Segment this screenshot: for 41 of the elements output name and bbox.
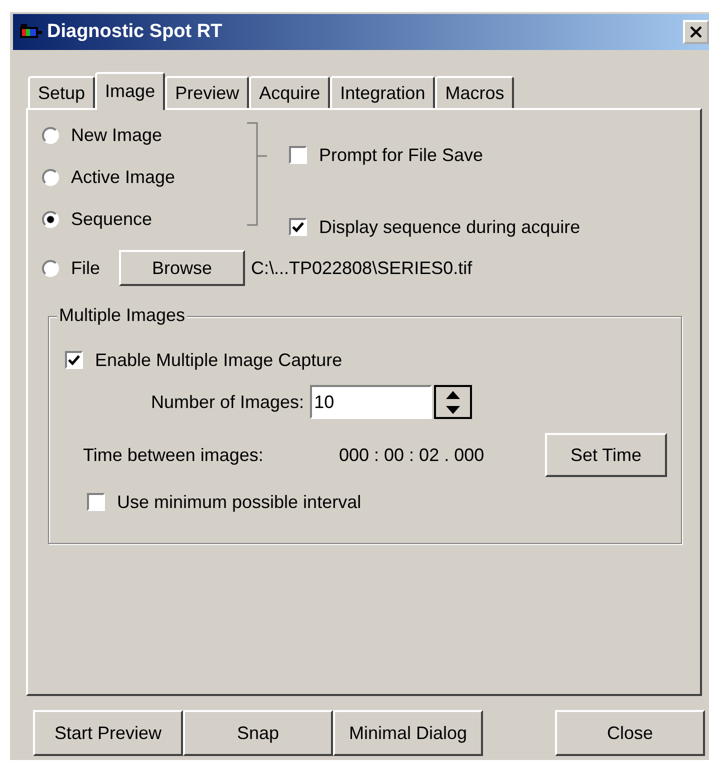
tab[interactable]: Integration <box>330 76 436 108</box>
file-path: C:\...TP022808\SERIES0.tif <box>251 258 472 278</box>
spin-buttons[interactable] <box>434 385 472 419</box>
group-title: Multiple Images <box>57 305 188 326</box>
checkbox-label: Enable Multiple Image Capture <box>95 350 342 370</box>
checkbox[interactable] <box>65 351 83 369</box>
checkbox-label: Prompt for File Save <box>319 144 484 166</box>
up-arrow-icon <box>446 390 460 398</box>
down-arrow-icon <box>446 406 460 414</box>
footer-button[interactable]: Minimal Dialog <box>333 710 483 756</box>
radio-label: Active Image <box>71 166 176 188</box>
window-title: Diagnostic Spot RT <box>47 21 224 43</box>
number-field[interactable]: 10 <box>310 385 432 419</box>
tab[interactable]: Setup <box>28 76 96 108</box>
radio-button[interactable] <box>42 126 59 144</box>
radio-button[interactable] <box>42 210 59 228</box>
radio-button[interactable] <box>42 168 59 186</box>
checkbox-label: Use minimum possible interval <box>117 492 362 512</box>
checkbox-label: Display sequence during acquire <box>319 216 580 238</box>
close-icon <box>690 26 702 38</box>
checkbox[interactable] <box>289 218 307 236</box>
field-label: Number of Images: <box>151 392 304 412</box>
tab[interactable]: Image <box>95 72 166 110</box>
time-label: Time between images: <box>83 444 264 466</box>
radio-label: File <box>71 258 102 278</box>
footer-button[interactable]: Start Preview <box>33 710 183 756</box>
close-button[interactable] <box>683 20 709 44</box>
footer-button[interactable]: Close <box>555 710 705 756</box>
tab[interactable]: Macros <box>435 76 514 108</box>
radio-button[interactable] <box>42 260 59 276</box>
footer-button[interactable]: Snap <box>183 710 333 756</box>
checkbox[interactable] <box>87 493 105 511</box>
radio-label: Sequence <box>71 208 152 230</box>
tab[interactable]: Acquire <box>249 76 330 108</box>
tab[interactable]: Preview <box>165 76 250 108</box>
time-value: 000 : 00 : 02 . 000 <box>339 444 486 466</box>
set-time-button[interactable]: Set Time <box>545 433 667 477</box>
camera-icon <box>19 24 43 40</box>
browse-button[interactable]: Browse <box>119 250 245 286</box>
radio-label: New Image <box>71 124 162 146</box>
checkbox[interactable] <box>289 146 307 164</box>
